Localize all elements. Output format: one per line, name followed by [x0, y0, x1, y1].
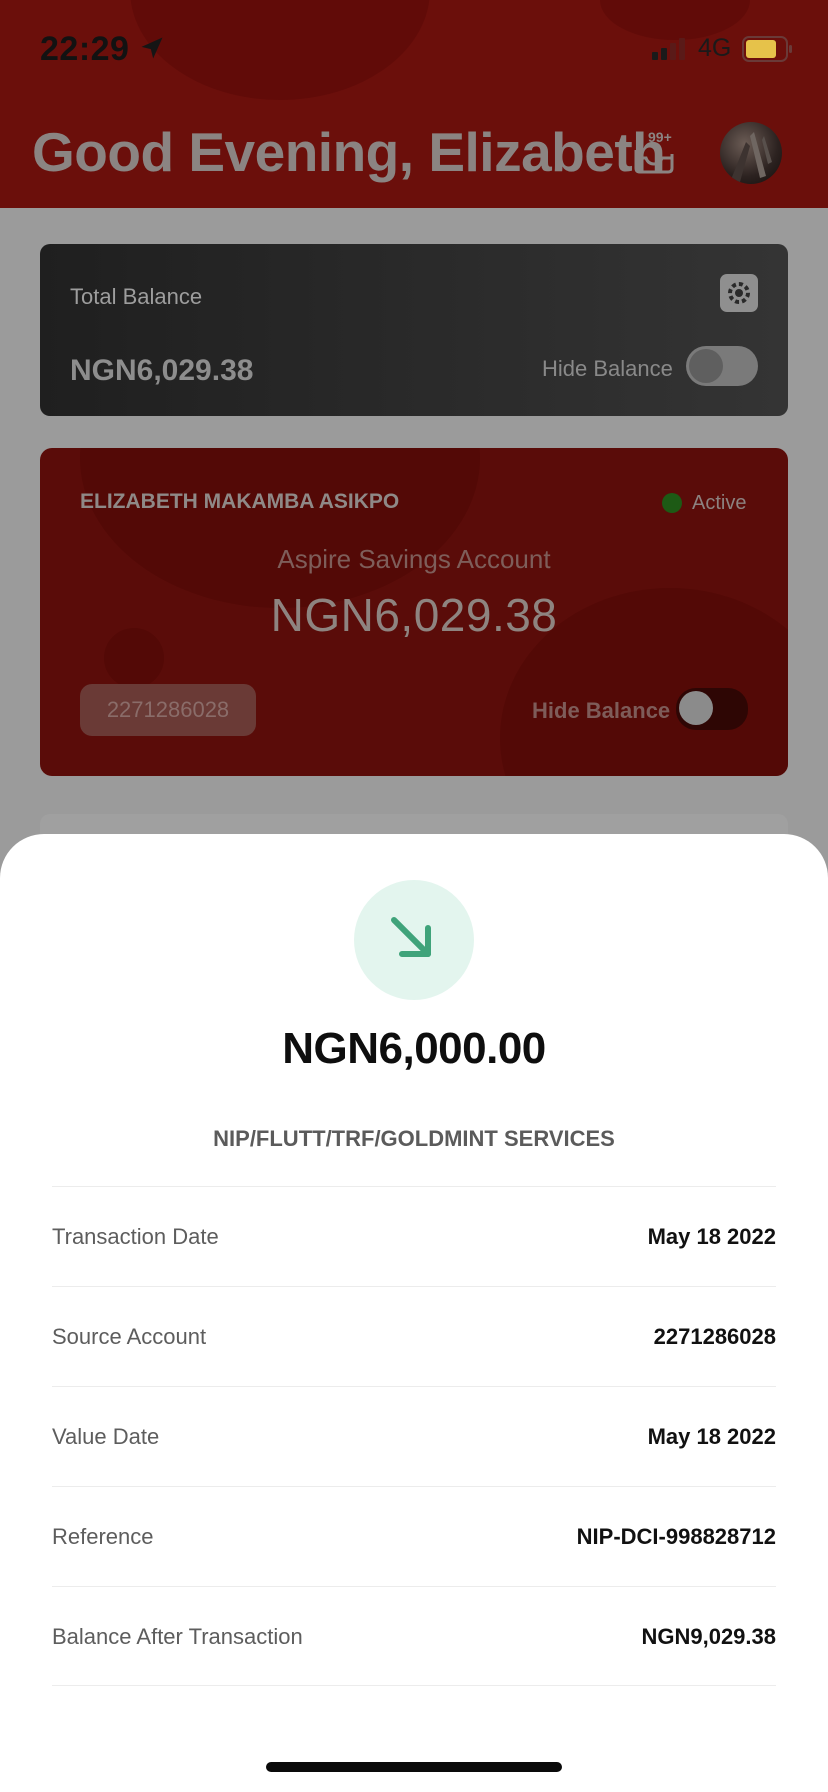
detail-value: 2271286028	[653, 1324, 776, 1349]
detail-row-balance-after: Balance After Transaction NGN9,029.38	[52, 1586, 776, 1686]
location-arrow-icon	[141, 37, 163, 59]
detail-row-value-date: Value Date May 18 2022	[52, 1386, 776, 1486]
arrow-down-right-icon	[354, 880, 474, 1000]
transaction-description: NIP/FLUTT/TRF/GOLDMINT SERVICES	[213, 1126, 615, 1151]
detail-label: Transaction Date	[52, 1224, 219, 1249]
hide-balance-label: Hide Balance	[542, 356, 673, 381]
detail-value: NIP-DCI-998828712	[576, 1524, 776, 1549]
status-bar: 22:29 4G	[0, 28, 828, 72]
detail-row-transaction-date: Transaction Date May 18 2022	[52, 1186, 776, 1286]
account-balance: NGN6,029.38	[270, 589, 558, 641]
battery-icon	[742, 36, 792, 62]
notification-badge: 99+	[648, 129, 672, 145]
account-card[interactable]: ELIZABETH MAKAMBA ASIKPO Active Aspire S…	[40, 448, 788, 776]
account-number-chip[interactable]: 2271286028	[80, 684, 256, 736]
toggle-knob	[679, 691, 713, 725]
detail-value: NGN9,029.38	[641, 1624, 776, 1649]
detail-label: Balance After Transaction	[52, 1624, 303, 1649]
status-badge: Active	[692, 492, 747, 514]
home-indicator[interactable]	[266, 1762, 562, 1772]
total-balance-card: Total Balance NGN6,029.38 Hide Balance	[40, 244, 788, 416]
toggle-knob	[689, 349, 723, 383]
detail-label: Reference	[52, 1524, 154, 1549]
transaction-amount: NGN6,000.00	[282, 1024, 546, 1073]
transaction-details-list: Transaction Date May 18 2022 Source Acco…	[52, 1186, 776, 1686]
gear-icon[interactable]	[720, 274, 758, 312]
signal-icon	[652, 38, 685, 60]
total-balance-amount: NGN6,029.38	[70, 354, 254, 387]
total-balance-label: Total Balance	[70, 284, 203, 309]
status-dot	[662, 493, 682, 513]
detail-row-reference: Reference NIP-DCI-998828712	[52, 1486, 776, 1586]
card-decoration	[80, 448, 480, 608]
status-time: 22:29	[40, 30, 130, 68]
greeting-title: Good Evening, Elizabeth	[32, 121, 666, 183]
header: 22:29 4G Good Evening, Elizabeth 99+	[0, 0, 828, 208]
notification-tray-icon[interactable]: 99+	[630, 128, 678, 176]
hide-balance-toggle[interactable]	[686, 346, 758, 386]
detail-value: May 18 2022	[647, 1424, 776, 1449]
detail-value: May 18 2022	[647, 1224, 776, 1249]
avatar[interactable]	[720, 122, 782, 184]
network-type: 4G	[698, 34, 732, 62]
detail-label: Source Account	[52, 1324, 207, 1349]
detail-label: Value Date	[52, 1424, 160, 1449]
account-holder-name: ELIZABETH MAKAMBA ASIKPO	[80, 490, 400, 513]
hide-balance-label: Hide Balance	[532, 698, 671, 723]
transaction-detail-sheet: NGN6,000.00 NIP/FLUTT/TRF/GOLDMINT SERVI…	[0, 834, 828, 1792]
detail-row-source-account: Source Account 2271286028	[52, 1286, 776, 1386]
account-hide-balance-toggle[interactable]	[676, 688, 748, 730]
app-screen: 22:29 4G Good Evening, Elizabeth 99+ Tot…	[0, 0, 828, 1792]
account-type: Aspire Savings Account	[277, 544, 551, 574]
